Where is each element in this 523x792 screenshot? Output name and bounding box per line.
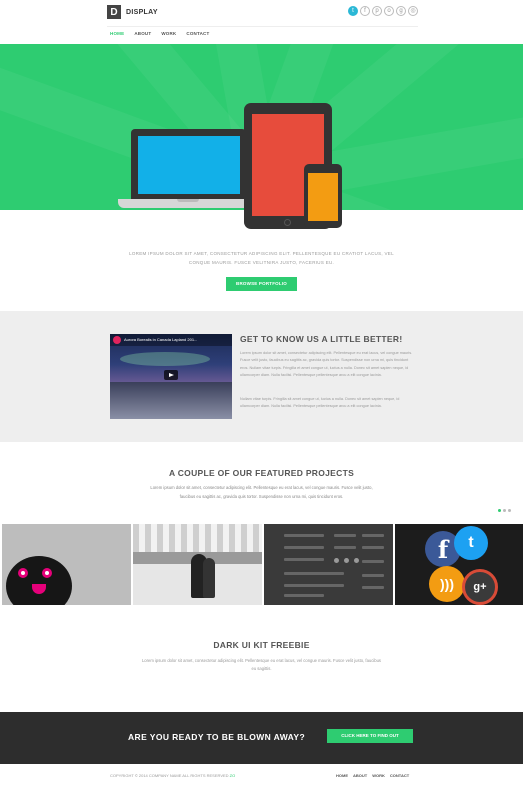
play-icon[interactable] <box>164 370 178 380</box>
ui-kit-element <box>362 586 384 589</box>
ui-kit-element <box>284 558 324 561</box>
rss-icon: ))) <box>429 566 465 602</box>
devices-illustration <box>0 0 523 240</box>
find-out-button[interactable]: CLICK HERE TO FIND OUT <box>327 729 413 743</box>
ui-kit-element <box>334 546 356 549</box>
project-thumb-monster[interactable] <box>2 524 131 605</box>
footer-nav-about[interactable]: ABOUT <box>353 773 367 778</box>
footer-nav-work[interactable]: WORK <box>372 773 385 778</box>
ui-kit-element <box>362 560 384 563</box>
ui-kit-element <box>284 584 344 587</box>
dark-ui-description: Lorem ipsum dolor sit amet, consectetur … <box>141 658 382 671</box>
projects-description: Lorem ipsum dolor sit amet, consectetur … <box>150 485 373 499</box>
intro-line-1: LOREM IPSUM DOLOR SIT AMET, CONSECTETUR … <box>129 251 394 256</box>
laptop-notch <box>177 199 199 202</box>
ui-kit-element <box>334 534 356 537</box>
copyright-text: COPYRIGHT © 2014 COMPANY NAME ALL RIGHTS… <box>110 773 229 778</box>
copyright-link[interactable]: ZO <box>230 773 236 778</box>
ui-kit-element <box>284 534 324 537</box>
about-title: GET TO KNOW US A LITTLE BETTER! <box>240 334 403 344</box>
copyright: COPYRIGHT © 2014 COMPANY NAME ALL RIGHTS… <box>110 773 235 778</box>
ui-kit-element <box>284 546 324 549</box>
footer-nav-home[interactable]: HOME <box>336 773 348 778</box>
video-ground <box>110 382 232 419</box>
google-plus-icon: g+ <box>462 569 498 605</box>
twitter-icon: t <box>454 526 488 560</box>
project-thumb-ui-kit[interactable] <box>264 524 393 605</box>
ui-kit-element <box>362 534 384 537</box>
project-thumb-skaters[interactable] <box>133 524 262 605</box>
phone-screen <box>308 173 338 221</box>
video-aurora <box>120 352 210 366</box>
ui-kit-element <box>362 574 384 577</box>
intro-line-2: CONQUE MAURIS. FUSCE VELITNIRA JUSTO, FA… <box>188 260 335 265</box>
monster-eye <box>18 568 28 578</box>
video-title: Aurora Borealis in Canada Lapland 201... <box>124 337 198 342</box>
about-paragraph-1: Lorem ipsum dolor sit amet, consectetur … <box>240 351 413 377</box>
laptop-screen <box>138 136 240 194</box>
ui-kit-element <box>362 546 384 549</box>
rink-ceiling <box>133 524 262 552</box>
monster-body <box>6 556 72 605</box>
intro-text: LOREM IPSUM DOLOR SIT AMET, CONSECTETUR … <box>110 249 413 267</box>
browse-portfolio-button[interactable]: BROWSE PORTFOLIO <box>226 277 297 291</box>
channel-avatar <box>113 336 121 344</box>
slider-dot[interactable] <box>498 509 501 512</box>
footer-nav-contact[interactable]: CONTACT <box>390 773 409 778</box>
slider-dot[interactable] <box>508 509 511 512</box>
slider-dot[interactable] <box>503 509 506 512</box>
slider-dots <box>498 509 513 512</box>
projects-title: A COUPLE OF OUR FEATURED PROJECTS <box>168 468 355 478</box>
about-paragraph-2: Nullam vitae turpis. Fringilla sit amet … <box>240 397 400 409</box>
footer-nav: HOME ABOUT WORK CONTACT <box>336 773 414 778</box>
skater-figure <box>203 558 215 598</box>
site-footer <box>0 764 523 792</box>
video-player[interactable]: Aurora Borealis in Canada Lapland 201... <box>110 334 232 419</box>
monster-eye <box>42 568 52 578</box>
ui-kit-element <box>334 558 339 563</box>
dark-ui-title: DARK UI KIT FREEBIE <box>213 640 310 650</box>
ui-kit-element <box>354 558 359 563</box>
cta-text: ARE YOU READY TO BE BLOWN AWAY? <box>128 732 306 742</box>
tablet-home-button <box>284 219 291 226</box>
ui-kit-element <box>284 572 344 575</box>
ui-kit-element <box>344 558 349 563</box>
ui-kit-element <box>284 594 324 597</box>
